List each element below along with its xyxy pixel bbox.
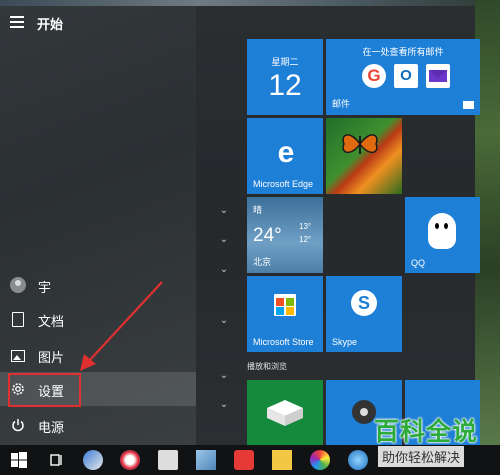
butterfly-image xyxy=(342,134,378,154)
group-label-play-browse: 播放和浏览 xyxy=(247,362,287,371)
notepad-app-icon[interactable] xyxy=(196,450,216,470)
calculator-icon[interactable] xyxy=(158,450,178,470)
weather-condition: 晴 xyxy=(253,205,263,215)
picture-icon xyxy=(11,350,25,362)
browser-app-icon[interactable] xyxy=(348,450,368,470)
envelope-icon xyxy=(463,101,474,109)
weather-temperature: 24° xyxy=(253,225,282,246)
music-app-icon[interactable] xyxy=(234,450,254,470)
task-view-icon[interactable] xyxy=(46,450,66,470)
nav-item-power-label: 电源 xyxy=(38,420,65,435)
mail-label: 邮件 xyxy=(332,99,351,109)
paint-app-icon[interactable] xyxy=(83,450,103,470)
nav-item-documents-label: 文档 xyxy=(38,314,65,329)
watermark-subtitle: 助你轻松解决 xyxy=(378,446,465,467)
nav-item-user-label: 宇 xyxy=(38,280,52,295)
calendar-weekday: 星期二 xyxy=(271,57,299,67)
tile-mail[interactable]: 在一处查看所有邮件 G O 邮件 xyxy=(326,39,480,115)
chevron-down-icon[interactable]: ⌄ xyxy=(218,399,230,410)
tile-skype[interactable]: S Skype xyxy=(326,276,402,352)
tile-store[interactable]: Microsoft Store xyxy=(247,276,323,352)
calendar-day-number: 12 xyxy=(268,69,302,102)
file-explorer-icon[interactable] xyxy=(272,450,292,470)
tile-photos[interactable] xyxy=(326,118,402,194)
skype-icon: S xyxy=(351,290,377,316)
nav-item-user[interactable]: 宇 xyxy=(0,268,196,302)
nav-item-power[interactable]: 电源 xyxy=(0,408,196,442)
store-bag-icon xyxy=(274,294,296,316)
start-title: 开始 xyxy=(37,17,64,32)
qq-label: QQ xyxy=(411,258,426,268)
hamburger-menu-icon[interactable] xyxy=(10,16,24,28)
yahoo-mail-icon xyxy=(426,64,450,88)
skype-label: Skype xyxy=(332,337,358,347)
weather-high: 13° xyxy=(299,222,312,231)
watermark-title: 百科全说 xyxy=(374,418,479,446)
chevron-down-icon[interactable]: ⌄ xyxy=(218,315,230,326)
google-icon: G xyxy=(362,64,386,88)
nav-item-documents[interactable]: 文档 xyxy=(0,302,196,336)
power-icon xyxy=(12,419,24,432)
chevron-down-icon[interactable]: ⌄ xyxy=(218,205,230,216)
edge-label: Microsoft Edge xyxy=(253,179,314,189)
tile-weather[interactable]: 晴 24° 13° 12° 北京 xyxy=(247,197,323,273)
chevron-down-icon[interactable]: ⌄ xyxy=(218,370,230,381)
store-label: Microsoft Store xyxy=(253,337,314,347)
console-icon xyxy=(267,400,303,426)
tile-qq[interactable]: QQ xyxy=(405,197,480,273)
outlook-icon: O xyxy=(394,64,418,88)
document-icon xyxy=(12,312,24,327)
tile-edge[interactable]: e Microsoft Edge xyxy=(247,118,323,194)
user-avatar-icon xyxy=(10,277,26,293)
chevron-down-icon[interactable]: ⌄ xyxy=(218,264,230,275)
tile-xbox[interactable] xyxy=(247,380,323,445)
settings-highlight-box xyxy=(8,373,81,407)
qq-penguin-icon xyxy=(428,213,456,249)
mail-header: 在一处查看所有邮件 xyxy=(362,47,444,57)
chevron-down-icon[interactable]: ⌄ xyxy=(218,234,230,245)
pinwheel-app-icon[interactable] xyxy=(120,450,140,470)
color-app-icon[interactable] xyxy=(310,450,330,470)
nav-item-pictures-label: 图片 xyxy=(38,350,65,365)
nav-item-pictures[interactable]: 图片 xyxy=(0,338,196,372)
tile-calendar[interactable]: 星期二 12 xyxy=(247,39,323,115)
weather-city: 北京 xyxy=(253,257,272,267)
weather-low: 12° xyxy=(299,235,312,244)
edge-logo-icon: e xyxy=(277,136,295,169)
watermark: 百科全说 助你轻松解决 xyxy=(370,412,496,470)
windows-start-icon[interactable] xyxy=(9,450,29,470)
